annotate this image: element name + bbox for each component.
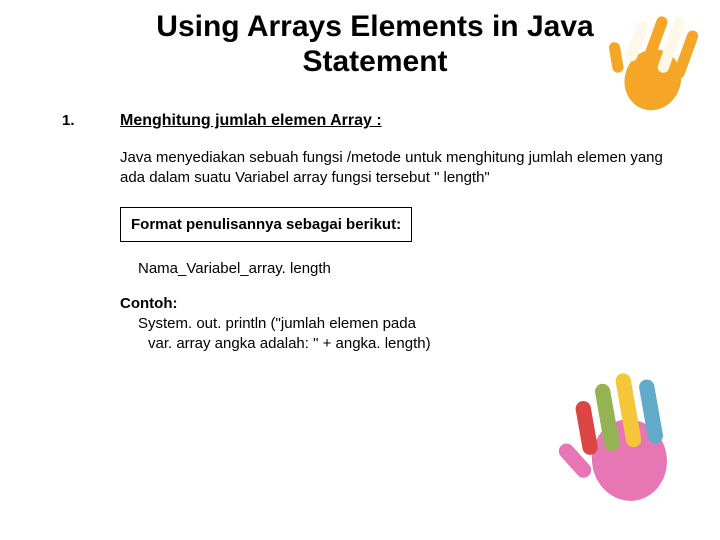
- format-box: Format penulisannya sebagai berikut:: [120, 207, 412, 242]
- slide-title: Using Arrays Elements in Java Statement: [0, 0, 720, 85]
- list-number: 1.: [62, 112, 75, 129]
- example-code: System. out. println ("jumlah elemen pad…: [138, 314, 680, 355]
- example-line: System. out. println ("jumlah elemen pad…: [138, 314, 680, 334]
- example-label: Contoh:: [120, 295, 680, 312]
- section-subtitle: Menghitung jumlah elemen Array :: [120, 112, 680, 130]
- example-line: var. array angka adalah: " + angka. leng…: [148, 334, 680, 354]
- handprint-icon: [540, 350, 710, 520]
- slide: Using Arrays Elements in Java Statement …: [0, 0, 720, 540]
- slide-content: Menghitung jumlah elemen Array : Java me…: [120, 112, 680, 354]
- usage-text: Nama_Variabel_array. length: [138, 260, 680, 277]
- body-paragraph: Java menyediakan sebuah fungsi /metode u…: [120, 148, 680, 189]
